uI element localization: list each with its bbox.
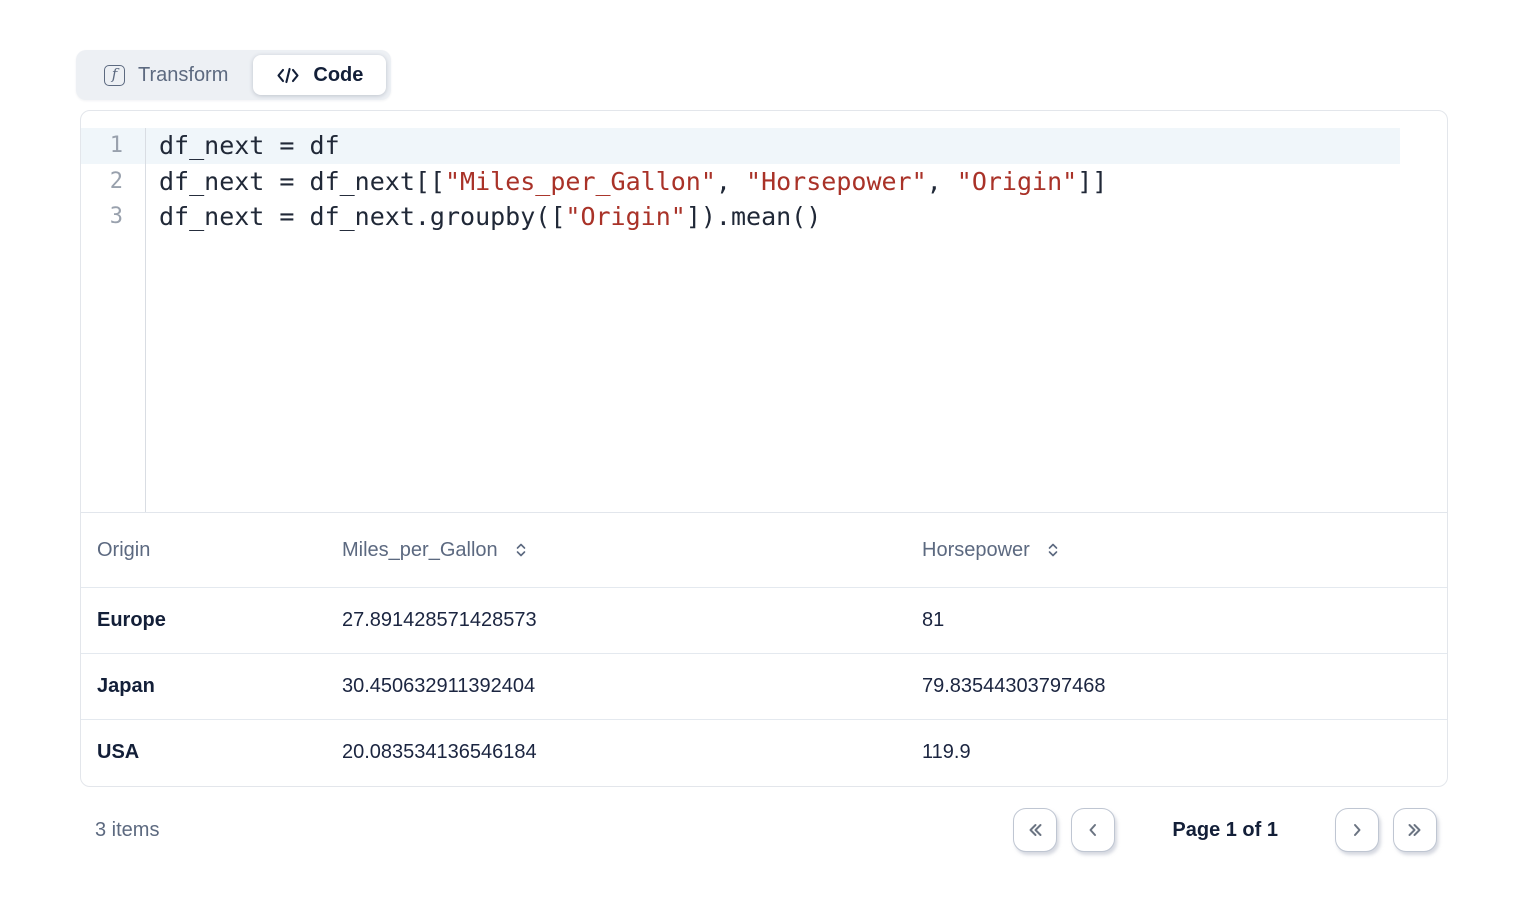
function-icon: f xyxy=(104,65,125,86)
table-footer: 3 items Page 1 of 1 xyxy=(80,788,1448,852)
cell-horsepower: 119.9 xyxy=(906,720,1447,786)
column-label: Horsepower xyxy=(922,539,1030,561)
items-count: 3 items xyxy=(95,819,159,842)
line-number: 3 xyxy=(81,199,145,235)
table-row: Europe27.89142857142857381 xyxy=(81,588,1447,654)
cell-horsepower: 79.83544303797468 xyxy=(906,654,1447,720)
code-line: df_next = df_next.groupby(["Origin"]).me… xyxy=(146,199,1447,235)
line-number: 2 xyxy=(81,164,145,200)
code-icon xyxy=(276,67,300,84)
first-page-button[interactable] xyxy=(1013,808,1057,852)
cell-origin: Europe xyxy=(81,588,326,654)
view-mode-tabs: f Transform Code xyxy=(76,50,391,100)
line-number: 1 xyxy=(81,128,145,164)
code-panel: 123 df_next = dfdf_next = df_next[["Mile… xyxy=(80,110,1448,787)
cell-miles-per-gallon: 30.450632911392404 xyxy=(326,654,906,720)
table-row: Japan30.45063291139240479.83544303797468 xyxy=(81,654,1447,720)
cell-origin: Japan xyxy=(81,654,326,720)
table-header: Origin Miles_per_Gallon Horsepower xyxy=(81,513,1447,588)
tab-transform[interactable]: f Transform xyxy=(81,55,251,95)
tab-code[interactable]: Code xyxy=(253,55,386,95)
last-page-button[interactable] xyxy=(1393,808,1437,852)
result-table: Origin Miles_per_Gallon Horsepower xyxy=(81,512,1447,786)
table-body: Europe27.89142857142857381Japan30.450632… xyxy=(81,588,1447,786)
editor-gutter: 123 xyxy=(81,128,146,512)
sort-icon[interactable] xyxy=(514,542,528,558)
column-header-origin: Origin xyxy=(81,513,326,588)
cell-miles-per-gallon: 20.083534136546184 xyxy=(326,720,906,786)
code-line: df_next = df xyxy=(146,128,1447,164)
chevron-right-icon xyxy=(1348,822,1366,838)
tab-transform-label: Transform xyxy=(138,64,228,87)
column-header-horsepower[interactable]: Horsepower xyxy=(906,513,1447,588)
page-indicator: Page 1 of 1 xyxy=(1172,819,1278,842)
chevrons-left-icon xyxy=(1026,822,1044,838)
sort-icon[interactable] xyxy=(1046,542,1060,558)
column-label: Miles_per_Gallon xyxy=(342,539,498,561)
next-page-button[interactable] xyxy=(1335,808,1379,852)
cell-miles-per-gallon: 27.891428571428573 xyxy=(326,588,906,654)
cell-horsepower: 81 xyxy=(906,588,1447,654)
table-row: USA20.083534136546184119.9 xyxy=(81,720,1447,786)
chevron-left-icon xyxy=(1084,822,1102,838)
chevrons-right-icon xyxy=(1406,822,1424,838)
tab-code-label: Code xyxy=(313,64,363,87)
editor-code: df_next = dfdf_next = df_next[["Miles_pe… xyxy=(146,128,1447,512)
code-line: df_next = df_next[["Miles_per_Gallon", "… xyxy=(146,164,1447,200)
cell-origin: USA xyxy=(81,720,326,786)
code-editor[interactable]: 123 df_next = dfdf_next = df_next[["Mile… xyxy=(81,111,1447,512)
previous-page-button[interactable] xyxy=(1071,808,1115,852)
app-page: f Transform Code 123 df_next = dfdf_next… xyxy=(0,0,1516,918)
pagination: Page 1 of 1 xyxy=(1013,808,1437,852)
column-header-miles-per-gallon[interactable]: Miles_per_Gallon xyxy=(326,513,906,588)
column-label: Origin xyxy=(97,539,150,561)
